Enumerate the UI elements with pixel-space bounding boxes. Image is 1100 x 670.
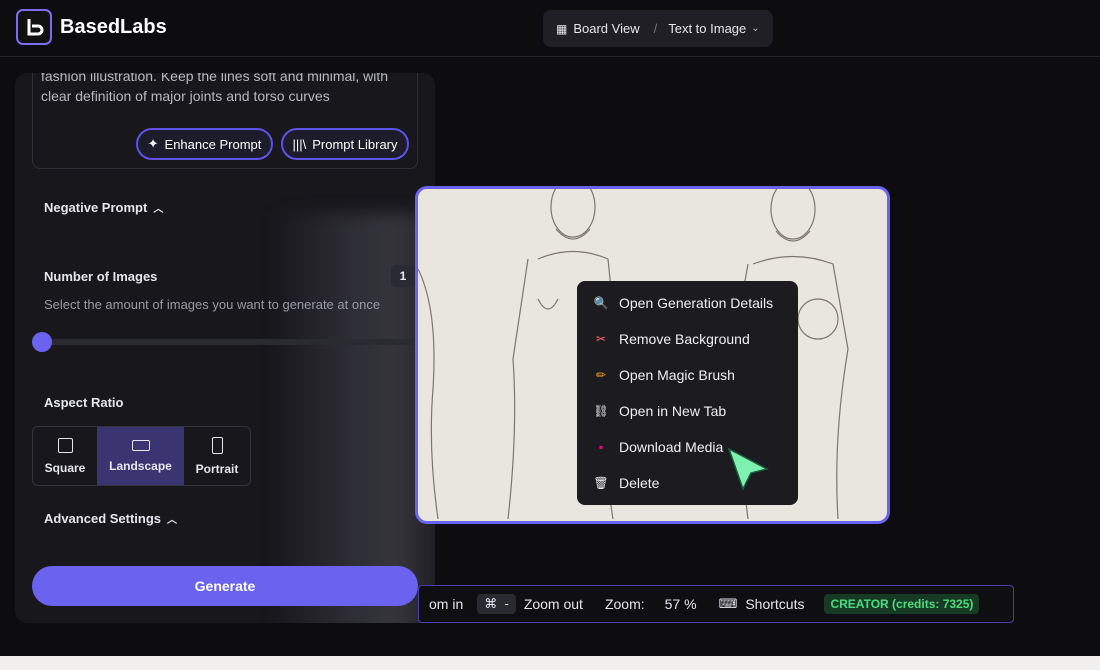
zoom-bar: om in ⌘ - Zoom out Zoom: 57 % ⌨ Shortcut…: [418, 585, 1014, 623]
menu-item-label: Delete: [619, 475, 660, 491]
menu-item-open-in-new-tab[interactable]: ⛓ Open in New Tab: [593, 401, 727, 421]
menu-item-delete[interactable]: 🗑 Delete: [593, 473, 660, 493]
aspect-landscape-option[interactable]: Landscape: [97, 427, 184, 485]
mode-selector[interactable]: Text to Image: [668, 21, 746, 36]
prompt-library-button[interactable]: |||\ Prompt Library: [281, 128, 409, 160]
pencil-icon: ✏: [595, 368, 607, 382]
menu-item-download-media[interactable]: ▪ Download Media: [594, 437, 723, 457]
aspect-portrait-option[interactable]: Portrait: [184, 427, 250, 485]
zoom-value: 57 %: [664, 596, 697, 612]
generate-button[interactable]: Generate: [32, 566, 418, 606]
square-icon: [57, 437, 73, 453]
menu-item-label: Open in New Tab: [619, 403, 727, 419]
portrait-icon: [211, 436, 223, 454]
library-icon: |||\: [292, 136, 307, 152]
menu-item-remove-background[interactable]: ✂ Remove Background: [594, 329, 750, 349]
menu-item-label: Open Magic Brush: [619, 367, 735, 383]
aspect-landscape-label: Landscape: [109, 458, 172, 473]
number-of-images-help: Select the amount of images you want to …: [44, 297, 381, 312]
slider-thumb[interactable]: [32, 332, 52, 352]
aspect-square-option[interactable]: Square: [33, 427, 97, 485]
zoom-label: Zoom:: [604, 596, 645, 612]
chevron-up-icon: ︿: [153, 204, 164, 215]
image-count-slider[interactable]: [36, 339, 418, 345]
menu-item-label: Download Media: [619, 439, 724, 455]
grid-icon: ▦: [556, 21, 568, 36]
prompt-library-label: Prompt Library: [312, 136, 398, 152]
brand-name[interactable]: BasedLabs: [60, 16, 167, 39]
board-view-link[interactable]: Board View: [573, 21, 639, 36]
enhance-prompt-label: Enhance Prompt: [164, 136, 262, 152]
menu-item-label: Open Generation Details: [619, 295, 774, 311]
menu-item-open-magic-brush[interactable]: ✏ Open Magic Brush: [594, 365, 735, 385]
keyboard-icon: ⌨: [718, 596, 738, 611]
menu-item-label: Remove Background: [619, 331, 750, 347]
menu-item-open-generation-details[interactable]: 🔍 Open Generation Details: [593, 293, 774, 313]
os-taskbar: [0, 656, 1100, 670]
magnifier-icon: 🔍: [593, 296, 609, 310]
prompt-text: fashion illustration. Keep the lines sof…: [41, 73, 389, 104]
trash-icon: 🗑: [593, 476, 609, 490]
aspect-square-label: Square: [44, 460, 86, 475]
breadcrumb-separator: /: [653, 21, 658, 36]
image-count-badge: 1: [391, 265, 415, 287]
cmd-key: ⌘ -: [477, 594, 516, 614]
aspect-ratio-selector: Square Landscape Portrait: [32, 426, 251, 486]
breadcrumb: ▦ Board View / Text to Image ⌄: [543, 10, 773, 47]
top-bar: BasedLabs ▦ Board View / Text to Image ⌄: [0, 0, 1100, 57]
shortcuts-button[interactable]: Shortcuts: [745, 596, 804, 612]
mouse-cursor-icon: [727, 447, 770, 491]
scissors-icon: ✂: [595, 332, 607, 346]
floppy-disk-icon: ▪: [598, 440, 604, 454]
number-of-images-label: Number of Images: [44, 269, 158, 284]
zoom-out-label[interactable]: Zoom out: [524, 596, 583, 612]
zoom-in-label[interactable]: om in: [429, 596, 463, 612]
link-icon: ⛓: [593, 404, 609, 418]
enhance-prompt-button[interactable]: ✦ Enhance Prompt: [136, 128, 273, 160]
advanced-settings-toggle[interactable]: Advanced Settings ︿: [44, 511, 177, 526]
landscape-icon: [131, 439, 150, 451]
aspect-ratio-label: Aspect Ratio: [44, 395, 124, 410]
logo-icon[interactable]: [16, 9, 52, 45]
advanced-settings-label: Advanced Settings: [44, 511, 162, 526]
aspect-portrait-label: Portrait: [195, 461, 239, 476]
negative-prompt-toggle[interactable]: Negative Prompt ︿: [44, 200, 163, 215]
settings-panel: fashion illustration. Keep the lines sof…: [15, 73, 435, 623]
negative-prompt-label: Negative Prompt: [44, 200, 148, 215]
plan-credits-badge[interactable]: CREATOR (credits: 7325): [824, 594, 980, 614]
sparkle-icon: ✦: [147, 136, 159, 151]
minus-key-label: -: [504, 596, 509, 611]
chevron-down-icon: ⌄: [751, 23, 760, 34]
cmd-key-label: ⌘: [484, 596, 498, 611]
chevron-up-icon: ︿: [167, 515, 178, 526]
